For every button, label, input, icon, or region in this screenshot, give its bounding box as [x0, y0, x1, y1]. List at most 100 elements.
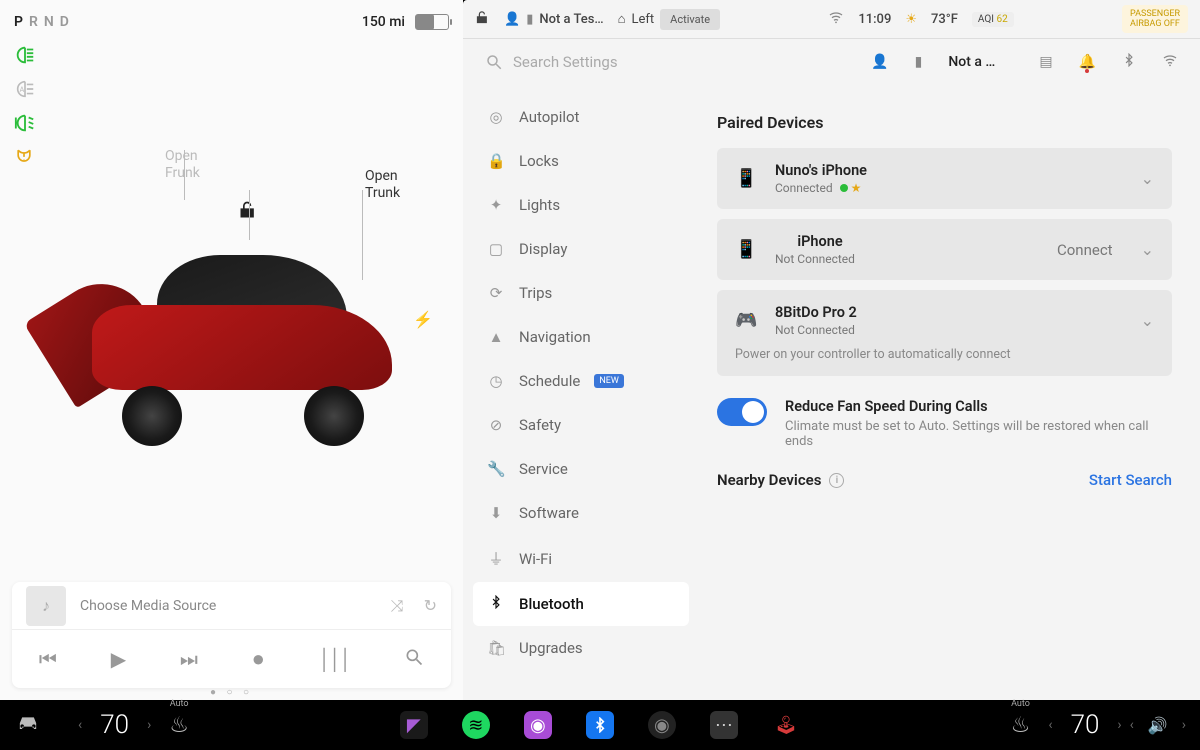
like-button[interactable]: ● [252, 646, 265, 672]
shuffle-icon[interactable]: ⤨ [391, 596, 404, 616]
bluetooth-status-icon[interactable] [1122, 53, 1136, 71]
search-settings[interactable]: Search Settings [485, 53, 853, 71]
next-track-button[interactable]: ⏭ [180, 647, 198, 671]
arcade-icon[interactable]: 🕹 [772, 711, 800, 739]
nav-display[interactable]: ▢Display [473, 227, 689, 271]
foglight-icon [14, 112, 36, 134]
activate-button[interactable]: Activate [660, 9, 720, 30]
vehicle-panel: PRND 150 mi A Open Frunk Open Trunk [0, 0, 463, 700]
gamepad-icon: 🎮 [735, 310, 757, 331]
nav-bluetooth[interactable]: Bluetooth [473, 582, 689, 626]
gear-p: P [14, 14, 29, 30]
temp-outside: 73°F [931, 12, 958, 27]
prev-track-button[interactable]: ⏮ [39, 647, 57, 671]
bottom-bar: ‹ 70 › Auto ♨ ◤ ≋ ◉ ◉ ⋯ 🕹 Auto ♨ ‹ 70 › … [0, 700, 1200, 750]
temp-up[interactable]: › [1117, 717, 1121, 733]
nav-lights[interactable]: ✦Lights [473, 183, 689, 227]
nav-service[interactable]: 🔧Service [473, 447, 689, 491]
clock: 11:09 [858, 12, 891, 27]
driver-temp[interactable]: 70 [100, 710, 129, 740]
wifi-settings-icon[interactable] [1162, 52, 1178, 72]
profile-selector[interactable]: 👤 ▮ Not a Tes… [504, 12, 604, 27]
more-apps-icon[interactable]: ⋯ [710, 711, 738, 739]
car-visualization[interactable] [0, 140, 463, 510]
dashcam-icon[interactable]: ◉ [648, 711, 676, 739]
seat-heat-passenger[interactable]: ♨ [1011, 713, 1031, 738]
equalizer-button[interactable]: │││ [319, 647, 351, 672]
wrench-icon: 🔧 [487, 460, 505, 478]
warn-icon: ⊘ [487, 416, 505, 434]
device-name: 8BitDo Pro 2 [775, 304, 1123, 321]
settings-panel: 👤 ▮ Not a Tes… ⌂ Left Activate 11:09 ☀ 7… [463, 0, 1200, 700]
phone-icon: 📱 [735, 168, 757, 189]
podcasts-icon[interactable]: ◉ [524, 711, 552, 739]
nav-schedule[interactable]: ◷ScheduleNEW [473, 359, 689, 403]
nav-wifi[interactable]: ⏚Wi-Fi [473, 535, 689, 582]
nav-trips[interactable]: ⟳Trips [473, 271, 689, 315]
play-button[interactable]: ▶ [111, 647, 126, 671]
status-bar: 👤 ▮ Not a Tes… ⌂ Left Activate 11:09 ☀ 7… [463, 0, 1200, 38]
driver-climate: ‹ 70 › [14, 708, 151, 743]
start-search-button[interactable]: Start Search [1089, 471, 1172, 489]
temp-down[interactable]: ‹ [1048, 717, 1052, 733]
nav-safety[interactable]: ⊘Safety [473, 403, 689, 447]
bluetooth-app-icon[interactable] [586, 711, 614, 739]
auto-highbeam-icon: A [14, 78, 36, 100]
reduce-fan-toggle-row: Reduce Fan Speed During Calls Climate mu… [717, 398, 1172, 449]
page-dots[interactable]: ● ○ ○ [210, 687, 253, 698]
gear-selector: PRND [14, 14, 75, 30]
car-icon[interactable] [14, 708, 42, 743]
repeat-icon[interactable]: ↻ [424, 596, 437, 616]
passenger-climate: ‹ 70 › [1048, 710, 1121, 740]
phone-key-icon[interactable]: ▮ [915, 54, 923, 70]
route-icon: ⟳ [487, 284, 505, 302]
connect-button[interactable]: Connect [1057, 241, 1113, 259]
gear-d: D [60, 14, 75, 30]
nearby-title: Nearby Devices [717, 471, 821, 489]
nav-navigation[interactable]: ▲Navigation [473, 315, 689, 359]
reduce-fan-toggle[interactable] [717, 398, 767, 426]
temp-down[interactable]: ‹ [78, 717, 82, 733]
info-icon[interactable]: i [829, 473, 844, 488]
nav-app-icon[interactable]: ◤ [400, 711, 428, 739]
sentry-icon[interactable]: ▤ [1039, 54, 1052, 70]
bag-icon: 🛍 [487, 639, 505, 657]
device-name: Nuno's iPhone [775, 162, 1123, 179]
gear-n: N [44, 14, 60, 30]
vol-down[interactable]: ‹ [1130, 717, 1134, 733]
app-launcher: ◤ ≋ ◉ ◉ ⋯ 🕹 [400, 711, 800, 739]
auto-label: Auto [170, 699, 189, 709]
homelink[interactable]: ⌂ Left Activate [618, 9, 720, 30]
chevron-down-icon[interactable]: ⌄ [1141, 311, 1154, 330]
weather-icon: ☀ [905, 12, 917, 27]
spotify-icon[interactable]: ≋ [462, 711, 490, 739]
chevron-down-icon[interactable]: ⌄ [1141, 240, 1154, 259]
vol-up[interactable]: › [1182, 717, 1186, 733]
notifications-icon[interactable]: 🔔 [1079, 54, 1096, 70]
search-icon [485, 53, 503, 71]
nav-upgrades[interactable]: 🛍Upgrades [473, 626, 689, 670]
search-media-button[interactable] [404, 647, 424, 672]
volume-icon[interactable]: 🔊 [1148, 716, 1168, 735]
seat-heat-driver[interactable]: ♨ [169, 713, 189, 738]
aqi-badge[interactable]: AQI 62 [972, 12, 1014, 27]
device-row-8bitdo[interactable]: 🎮 8BitDo Pro 2 Not Connected ⌄ Power on … [717, 290, 1172, 376]
paired-devices-title: Paired Devices [717, 113, 1172, 132]
nav-software[interactable]: ⬇Software [473, 491, 689, 535]
nearby-devices-row: Nearby Devices i Start Search [717, 471, 1172, 489]
passenger-temp[interactable]: 70 [1071, 710, 1100, 740]
profile-mini[interactable]: Not a … [948, 54, 995, 70]
person-icon[interactable]: 👤 [871, 54, 888, 70]
wifi-status-icon[interactable] [828, 9, 844, 29]
choose-media-source[interactable]: Choose Media Source [80, 598, 391, 614]
nav-autopilot[interactable]: ◎Autopilot [473, 95, 689, 139]
chevron-down-icon[interactable]: ⌄ [1141, 169, 1154, 188]
search-placeholder: Search Settings [513, 53, 618, 71]
device-row-iphone[interactable]: 📱 iPhone Not Connected Connect ⌄ [717, 219, 1172, 280]
temp-up[interactable]: › [147, 717, 151, 733]
lock-status-icon[interactable] [475, 10, 490, 29]
range-label: 150 mi [362, 14, 405, 30]
nav-locks[interactable]: 🔒Locks [473, 139, 689, 183]
device-helper: Power on your controller to automaticall… [735, 347, 1154, 362]
device-row-nunos-iphone[interactable]: 📱 Nuno's iPhone Connected ★ ⌄ [717, 148, 1172, 209]
